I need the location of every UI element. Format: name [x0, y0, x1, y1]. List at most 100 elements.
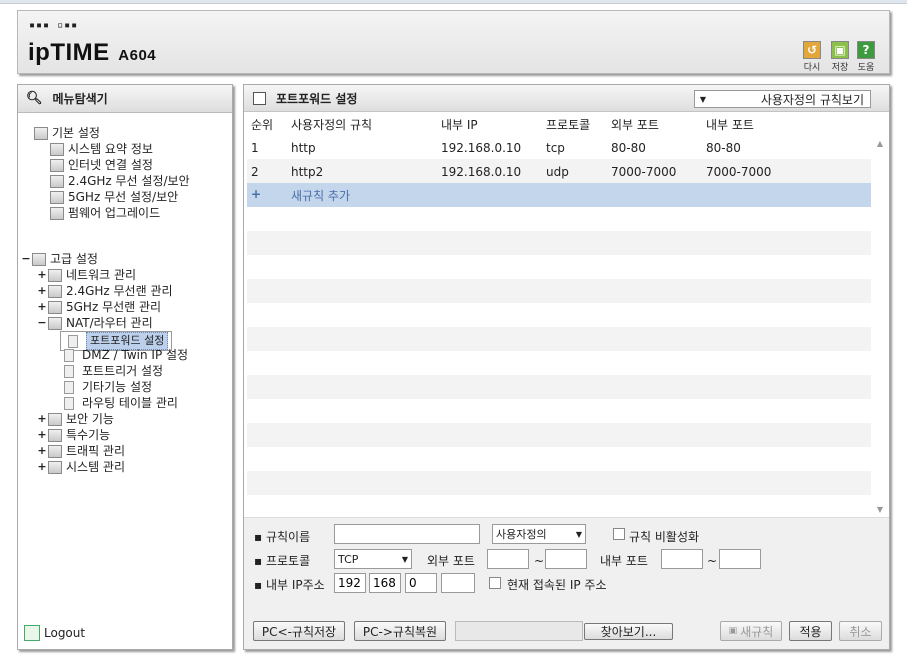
tree-item-system-summary[interactable]: 시스템 요약 정보 — [50, 141, 153, 157]
tree-label: 보안 기능 — [66, 412, 114, 426]
tree-group-special[interactable]: + 특수기능 — [36, 427, 110, 443]
panel-header: 포트포워드 설정 ▼ 사용자정의 규칙보기 — [244, 85, 889, 112]
tree-advanced-settings[interactable]: − 고급 설정 — [20, 251, 98, 267]
scroll-up-icon[interactable]: ▲ — [872, 137, 888, 151]
internal-port-label: 내부 포트 — [600, 554, 648, 568]
collapse-icon[interactable]: − — [36, 315, 48, 331]
external-port-end-input[interactable] — [545, 549, 587, 569]
window-top-strip — [0, 0, 907, 4]
tree-group-wifi5[interactable]: +5GHz 무선랜 관리 — [36, 299, 161, 315]
cell-name: http — [291, 141, 316, 155]
browse-button[interactable]: 찾아보기... — [584, 623, 673, 640]
table-row — [247, 399, 871, 423]
table-row[interactable]: 1 http 192.168.0.10 tcp 80-80 80-80 — [247, 135, 871, 159]
ip-octet-4[interactable] — [441, 573, 475, 593]
tree-item-wifi24[interactable]: 2.4GHz 무선 설정/보안 — [50, 173, 190, 189]
table-row — [247, 351, 871, 375]
save-icon: ▣ — [831, 41, 849, 59]
folder-icon — [34, 126, 48, 140]
tree-group-network[interactable]: + 네트워크 관리 — [36, 267, 136, 283]
rule-type-select[interactable]: 사용자정의 ▼ — [492, 524, 586, 544]
computer-icon — [50, 158, 64, 172]
tree-label: 시스템 요약 정보 — [68, 142, 153, 156]
restore-rules-from-pc-button[interactable]: PC->규칙복원 — [354, 621, 446, 641]
page-title: 포트포워드 설정 — [276, 91, 358, 106]
cell-protocol: udp — [546, 165, 569, 179]
chart-icon — [50, 142, 64, 156]
add-rule-row[interactable]: + 새규칙 추가 — [247, 183, 871, 207]
tree-basic-settings[interactable]: 기본 설정 — [34, 125, 100, 141]
ip-octet-2[interactable] — [369, 573, 401, 593]
protocol-select[interactable]: TCP ▼ — [334, 549, 412, 569]
rule-name-input[interactable] — [334, 524, 480, 544]
protocol-value: TCP — [338, 552, 359, 566]
tree-item-misc[interactable]: 기타기능 설정 — [60, 379, 152, 395]
expand-icon[interactable]: + — [36, 443, 48, 459]
expand-icon[interactable]: + — [36, 427, 48, 443]
disable-rule-checkbox[interactable] — [613, 528, 625, 540]
rule-view-select[interactable]: ▼ 사용자정의 규칙보기 — [694, 90, 871, 108]
expand-icon[interactable]: + — [36, 283, 48, 299]
save-rules-to-pc-button[interactable]: PC<-규칙저장 — [253, 621, 345, 641]
cell-internal-port: 7000-7000 — [706, 165, 772, 179]
expand-icon[interactable]: + — [36, 411, 48, 427]
tree-label: 네트워크 관리 — [66, 268, 137, 282]
cell-rank: 2 — [251, 165, 259, 179]
column-rank: 순위 — [251, 118, 274, 132]
tree-group-traffic[interactable]: + 트래픽 관리 — [36, 443, 125, 459]
help-button[interactable]: ? 도움 — [856, 41, 876, 73]
cancel-button[interactable]: 취소 — [839, 621, 882, 641]
tree-item-firmware[interactable]: 펌웨어 업그레이드 — [50, 205, 160, 221]
expand-icon[interactable]: + — [36, 299, 48, 315]
scroll-down-icon[interactable]: ▼ — [872, 503, 888, 517]
expand-icon[interactable]: + — [36, 459, 48, 475]
network-icon — [48, 268, 62, 282]
tree-item-dmz[interactable]: DMZ / Twin IP 설정 — [60, 347, 188, 363]
rule-name-label: ▪ 규칙이름 — [254, 530, 311, 544]
special-icon — [48, 428, 62, 442]
apply-button[interactable]: 적용 — [789, 621, 832, 641]
ip-octet-1[interactable] — [334, 573, 366, 593]
menu-explorer-header: 🔍︎ 메뉴탐색기 — [18, 85, 232, 113]
rule-edit-form: ▪ 규칙이름 사용자정의 ▼ 규칙 비활성화 ▪ 프로토콜 TCP ▼ 외부 포트 … — [244, 517, 889, 649]
internal-port-end-input[interactable] — [719, 549, 761, 569]
dropdown-arrow-icon: ▼ — [401, 554, 408, 564]
current-ip-checkbox[interactable] — [489, 577, 501, 589]
cell-protocol: tcp — [546, 141, 565, 155]
undo-button[interactable]: ↺ 다시 — [802, 41, 822, 73]
tree-group-security[interactable]: + 보안 기능 — [36, 411, 114, 427]
help-icon: ? — [857, 41, 875, 59]
tree-label: 5GHz 무선 설정/보안 — [68, 190, 179, 204]
table-scrollbar[interactable]: ▲ ▼ — [872, 135, 888, 519]
brand-logo: ipTIME A604 — [28, 39, 156, 67]
tree-item-routing[interactable]: 라우팅 테이블 관리 — [60, 395, 178, 411]
internal-port-start-input[interactable] — [661, 549, 703, 569]
tree-item-internet[interactable]: 인터넷 연결 설정 — [50, 157, 153, 173]
collapse-icon[interactable]: − — [20, 251, 32, 267]
rule-table: 1 http 192.168.0.10 tcp 80-80 80-80 2 ht… — [247, 135, 871, 515]
table-row[interactable]: 2 http2 192.168.0.10 udp 7000-7000 7000-… — [247, 159, 871, 183]
page-icon — [68, 334, 78, 348]
tree-label: 기타기능 설정 — [82, 380, 153, 394]
rule-type-value: 사용자정의 — [496, 528, 547, 541]
brand-name: ipTIME — [28, 39, 110, 66]
tree-label: 트래픽 관리 — [66, 444, 126, 458]
page-icon — [64, 380, 74, 394]
new-rule-button[interactable]: ▣ 새규칙 — [720, 621, 782, 641]
save-button[interactable]: ▣ 저장 — [830, 41, 850, 73]
tree-group-wifi24[interactable]: +2.4GHz 무선랜 관리 — [36, 283, 172, 299]
tree-label: 5GHz 무선랜 관리 — [66, 300, 162, 314]
external-port-start-input[interactable] — [487, 549, 529, 569]
logout-link[interactable]: Logout — [24, 625, 85, 641]
tree-item-wifi5[interactable]: 5GHz 무선 설정/보안 — [50, 189, 178, 205]
menu-explorer: 🔍︎ 메뉴탐색기 기본 설정 시스템 요약 정보 인터넷 연결 설정 2.4GH… — [17, 84, 233, 650]
tree-label: 특수기능 — [66, 428, 111, 442]
cell-internal-port: 80-80 — [706, 141, 741, 155]
expand-icon[interactable]: + — [36, 267, 48, 283]
tree-group-nat[interactable]: − NAT/라우터 관리 — [36, 315, 152, 331]
system-icon — [48, 460, 62, 474]
tree-item-port-trigger[interactable]: 포트트리거 설정 — [60, 363, 163, 379]
tree-group-system[interactable]: + 시스템 관리 — [36, 459, 125, 475]
cell-rank: 1 — [251, 141, 259, 155]
ip-octet-3[interactable] — [405, 573, 437, 593]
